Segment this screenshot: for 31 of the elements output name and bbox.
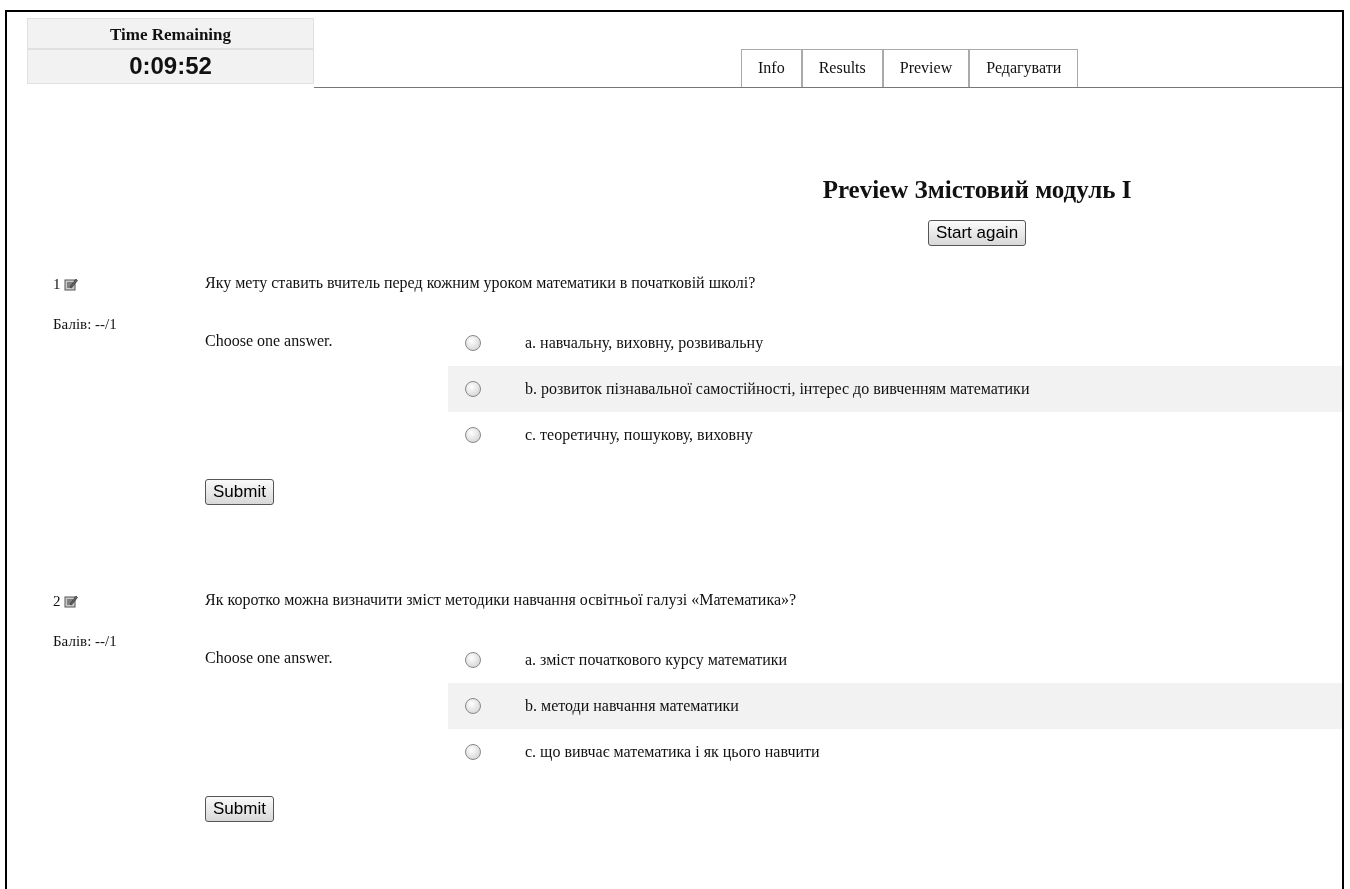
question-text: Яку мету ставить вчитель перед кожним уроком математики в початковій школі? [205, 274, 757, 294]
timer-title: Time Remaining [27, 18, 314, 49]
radio-button[interactable] [465, 335, 481, 351]
submit-button[interactable]: Submit [205, 479, 274, 505]
answer-option[interactable]: c. теоретичну, пошукову, виховну [525, 426, 753, 444]
question-number: 1 [53, 275, 61, 293]
answer-option[interactable]: b. методи навчання математики [525, 697, 739, 715]
edit-icon[interactable] [63, 277, 78, 291]
radio-button[interactable] [465, 744, 481, 760]
question-number: 2 [53, 592, 61, 610]
edit-icon[interactable] [63, 594, 78, 608]
radio-button[interactable] [465, 427, 481, 443]
tab[interactable]: Info [741, 49, 802, 87]
answer-option[interactable]: c. що вивчає математика і як цього навчити [525, 743, 820, 761]
submit-button[interactable]: Submit [205, 796, 274, 822]
timer-value: 0:09:52 [27, 49, 314, 84]
answer-prompt: Choose one answer. [205, 649, 334, 668]
question-text: Як коротко можна визначити зміст методики навчання освітньої галузі «Математика»? [205, 591, 798, 611]
radio-button[interactable] [465, 652, 481, 668]
tab[interactable]: Редагувати [969, 49, 1079, 87]
start-again-button[interactable]: Start again [927, 220, 1027, 246]
answer-prompt: Choose one answer. [205, 332, 334, 351]
radio-button[interactable] [465, 381, 481, 397]
answer-option[interactable]: a. навчальну, виховну, розвивальну [525, 334, 764, 352]
radio-button[interactable] [465, 698, 481, 714]
tab[interactable]: Results [801, 49, 883, 87]
grade-text: Балів: --/1 [53, 633, 118, 650]
grade-text: Балів: --/1 [53, 316, 118, 333]
answer-option[interactable]: a. зміст початкового курсу математики [525, 651, 788, 669]
tab[interactable]: Preview [882, 49, 970, 87]
page-heading: Preview Змістовий модуль I [821, 176, 1133, 204]
